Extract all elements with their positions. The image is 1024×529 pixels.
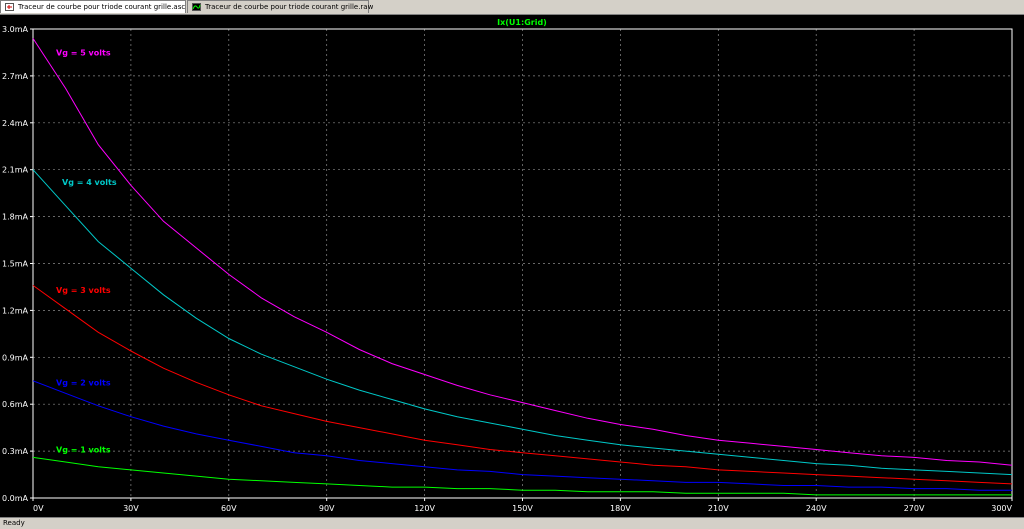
y-tick-label: 3.0mA [2,25,29,34]
y-tick-label: 2.1mA [2,166,29,175]
y-tick-label: 0.0mA [2,494,29,503]
status-bar: Ready [0,517,1024,528]
x-tick-label: 270V [904,504,925,513]
series-label: Vg = 2 volts [56,378,111,387]
tab-bar: Traceur de courbe pour triode courant gr… [0,0,1024,15]
x-tick-label: 120V [414,504,435,513]
x-tick-label: 150V [512,504,533,513]
y-tick-label: 0.3mA [2,447,29,456]
schematic-icon [5,3,14,11]
chart-title[interactable]: Ix(U1:Grid) [497,18,547,27]
series-label: Vg = 4 volts [62,178,117,187]
y-tick-label: 2.7mA [2,72,29,81]
y-tick-label: 1.8mA [2,213,29,222]
x-tick-label: 90V [319,504,335,513]
axes: 0V 30V 60V 90V 120V 150V 180V 210V 240V 270V 300V 0… [2,25,1013,513]
series-label: Vg = 5 volts [56,48,111,57]
series-group [32,38,1013,496]
chart[interactable]: 0V 30V 60V 90V 120V 150V 180V 210V 240V 270V 300V 0… [0,15,1024,517]
x-tick-label: 300V [991,504,1012,513]
waveform-icon [192,3,201,11]
y-tick-label: 0.9mA [2,353,29,362]
tab-label: Traceur de courbe pour triode courant gr… [18,3,186,11]
x-tick-label: 210V [708,504,729,513]
x-tick-label: 30V [123,504,139,513]
status-text: Ready [3,519,25,527]
x-tick-label: 0V [33,504,44,513]
y-tick-label: 1.2mA [2,306,29,315]
y-tick-label: 2.4mA [2,119,29,128]
tab-waveform[interactable]: Traceur de courbe pour triode courant gr… [187,0,373,13]
x-tick-label: 180V [610,504,631,513]
series-label: Vg = 3 volts [56,286,111,295]
grid [33,29,1012,498]
series-label: Vg = 1 volts [56,446,111,455]
y-tick-label: 0.6mA [2,400,29,409]
x-tick-label: 60V [221,504,237,513]
x-tick-label: 240V [806,504,827,513]
waveform-plot-pane[interactable]: 0V 30V 60V 90V 120V 150V 180V 210V 240V 270V 300V 0… [0,15,1024,517]
series-line-1[interactable] [32,38,1013,466]
y-tick-label: 1.5mA [2,260,29,269]
tab-schematic[interactable]: Traceur de courbe pour triode courant gr… [0,0,186,13]
tab-label: Traceur de courbe pour triode courant gr… [205,3,374,11]
